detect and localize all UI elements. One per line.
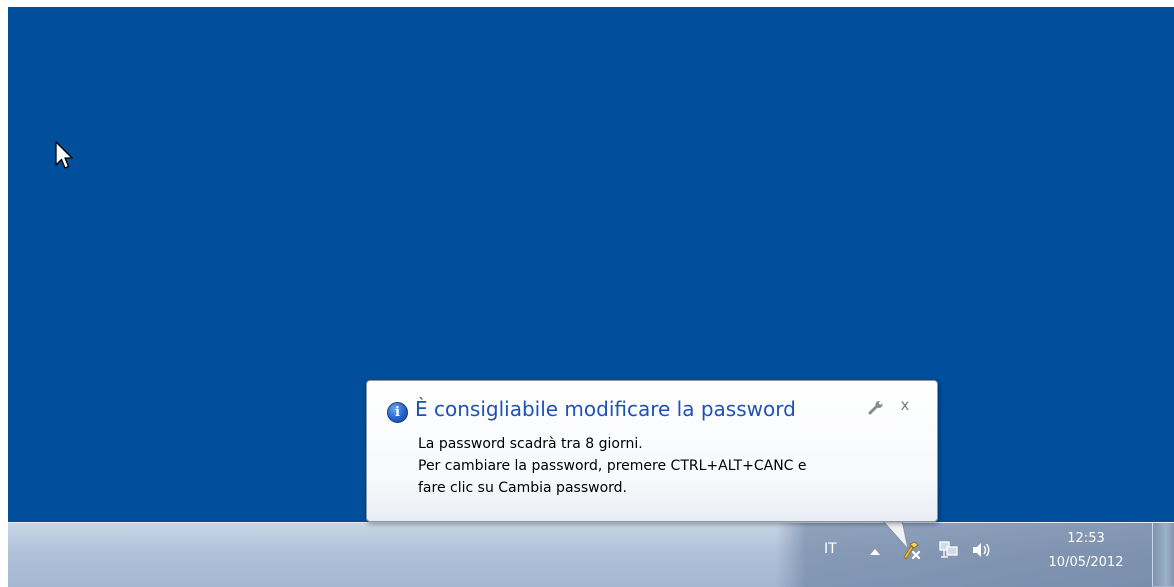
language-indicator[interactable]: IT: [824, 541, 837, 557]
notification-area: IT 12:53 10/05/2012: [776, 523, 1152, 587]
taskbar: IT 12:53 10/05/2012: [8, 522, 1174, 587]
notification-message: La password scadrà tra 8 giorni. Per cam…: [418, 433, 918, 499]
clock-date[interactable]: 10/05/2012: [1026, 555, 1146, 570]
wrench-icon[interactable]: [867, 400, 885, 416]
message-line: Per cambiare la password, premere CTRL+A…: [418, 458, 807, 474]
mouse-pointer-icon: [55, 141, 73, 169]
password-expiry-notification[interactable]: i È consigliabile modificare la password…: [366, 380, 938, 522]
balloon-tail: [874, 519, 910, 551]
clock-time[interactable]: 12:53: [1026, 531, 1146, 546]
network-icon[interactable]: [938, 540, 960, 560]
message-line: La password scadrà tra 8 giorni.: [418, 436, 643, 452]
info-icon: i: [387, 402, 408, 423]
message-line: fare clic su Cambia password.: [418, 480, 627, 496]
show-desktop-button[interactable]: [1152, 523, 1174, 586]
volume-icon[interactable]: [970, 540, 992, 560]
close-button[interactable]: x: [897, 396, 913, 416]
notification-title: È consigliabile modificare la password: [415, 397, 796, 421]
